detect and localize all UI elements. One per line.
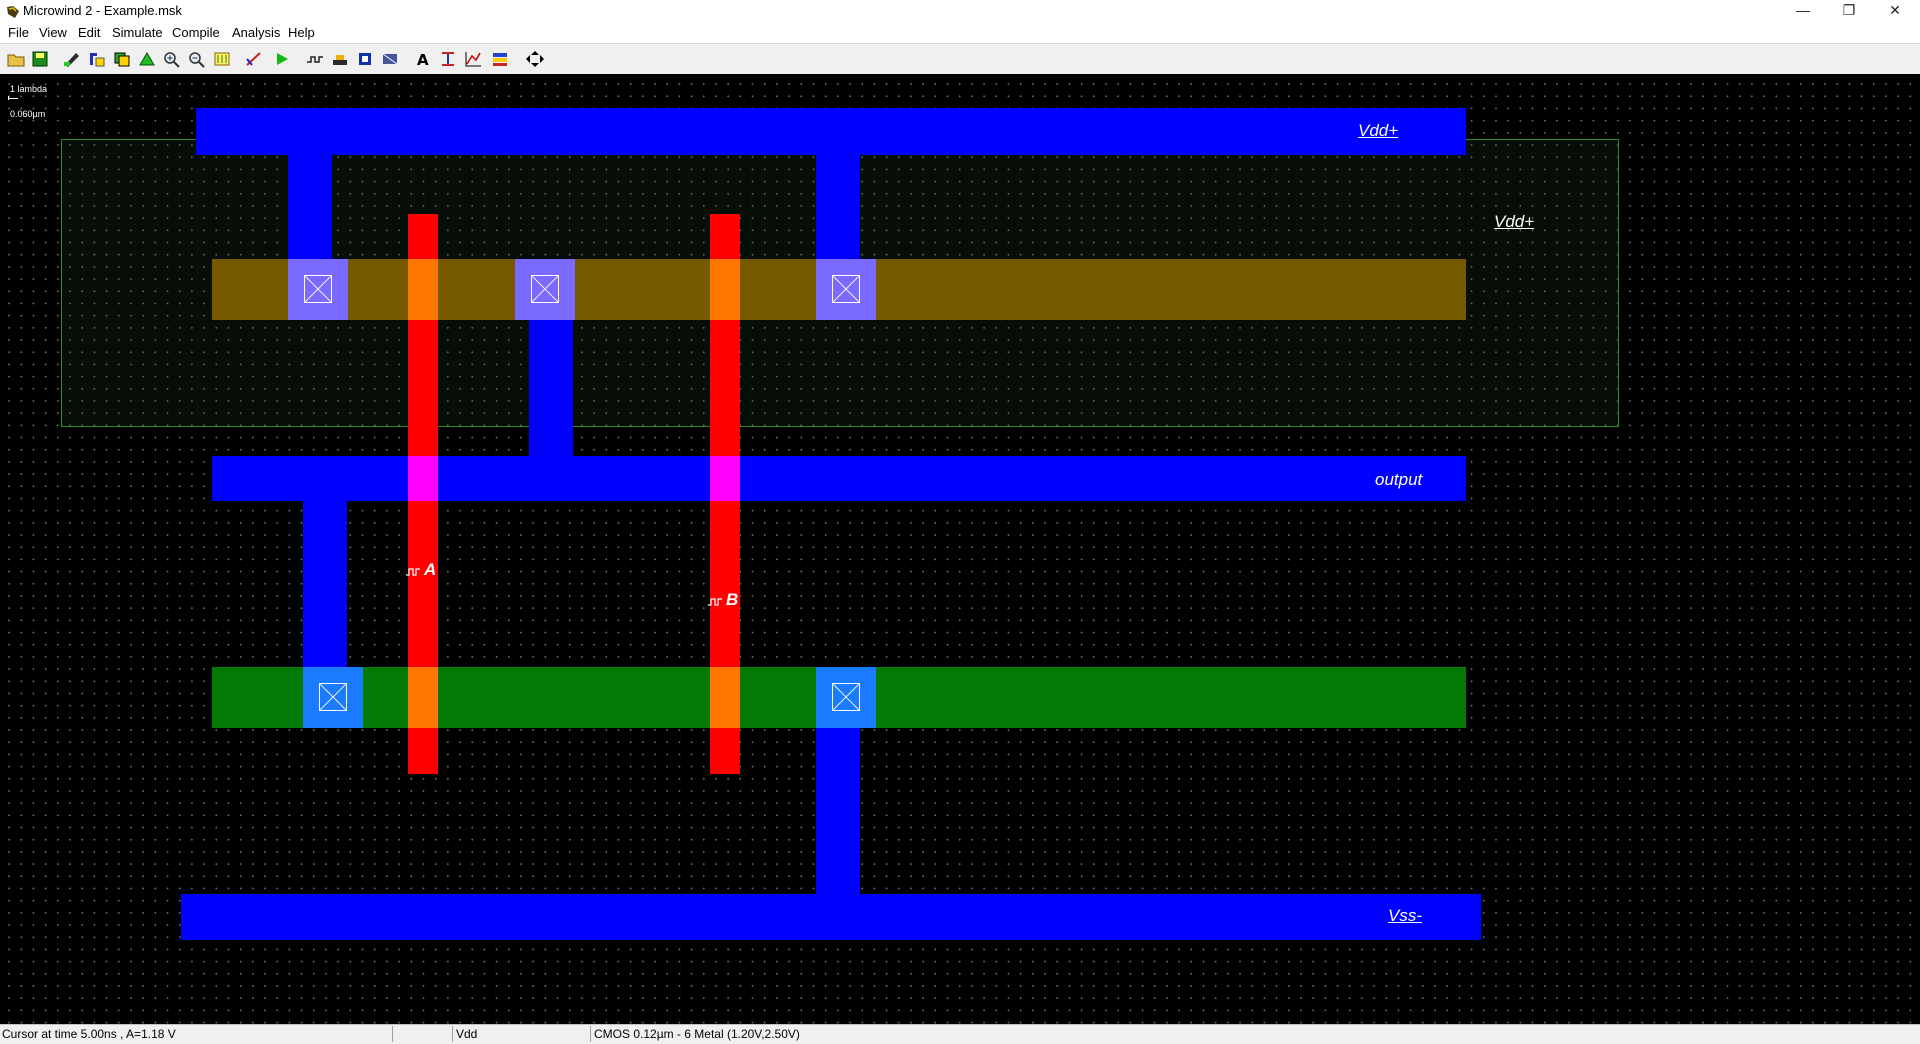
vdd-rail-metal[interactable] [196,108,1466,155]
vdd-well-label[interactable]: Vdd+ [1494,212,1534,232]
vdd-rail-label[interactable]: Vdd+ [1358,121,1398,141]
palette-icon[interactable] [380,50,400,68]
add-text-icon[interactable]: A [413,50,433,68]
open-folder-icon[interactable] [6,50,26,68]
menu-help[interactable]: Help [288,25,315,40]
status-separator [590,1026,591,1042]
zoom-in-icon[interactable] [162,50,182,68]
menu-view[interactable]: View [39,25,67,40]
p-contact-right[interactable] [816,259,876,320]
3d-view-icon[interactable] [355,50,375,68]
menu-bar: File View Edit Simulate Compile Analysis… [0,22,1920,43]
window-title: Microwind 2 - Example.msk [23,3,182,18]
n-contact-right[interactable] [816,667,876,728]
scale-micron-label: 0.060µm [10,109,46,119]
menu-analysis[interactable]: Analysis [232,25,280,40]
close-button[interactable]: ✕ [1872,0,1918,22]
pmos-b-channel [710,259,740,320]
vss-drop-metal[interactable] [816,722,860,906]
title-bar: Microwind 2 - Example.msk — ❐ ✕ [0,0,1920,22]
svg-text:A: A [417,51,429,68]
p-drain-metal[interactable] [529,314,573,460]
status-separator [392,1026,393,1042]
poly-a-metal-overlap [408,456,438,501]
vss-label[interactable]: Vss- [1388,906,1422,926]
n-contact-left[interactable] [303,667,363,728]
contact-cross-icon [531,275,559,303]
vdd-drop-left-metal[interactable] [288,155,332,265]
chart-icon[interactable] [463,50,483,68]
contact-cross-icon [832,683,860,711]
technology-status: CMOS 0.12µm - 6 Metal (1.20V,2.50V) [594,1027,800,1041]
contact-cross-icon [304,275,332,303]
poly-b-metal-overlap [710,456,740,501]
scale-bar [8,98,18,99]
p-contact-left[interactable] [288,259,348,320]
layers-icon[interactable] [490,50,510,68]
minimize-button[interactable]: — [1780,0,1826,22]
node-status: Vdd [456,1027,478,1041]
status-bar: Cursor at time 5.00ns , A=1.18 V Vdd CMO… [0,1024,1920,1044]
p-contact-middle[interactable] [515,259,575,320]
layout-canvas[interactable]: 1 lambda 0.060µm Vdd+ Vdd+ output A B Vs… [0,74,1920,1024]
save-icon[interactable] [30,50,50,68]
view-all-icon[interactable] [212,50,232,68]
output-drop-metal[interactable] [303,501,347,673]
navigate-icon[interactable] [525,50,545,68]
toolbar: A [0,43,1920,75]
move-copy-icon[interactable] [87,50,107,68]
microwind-icon [6,5,20,19]
menu-compile[interactable]: Compile [172,25,220,40]
duplicate-icon[interactable] [112,50,132,68]
output-label[interactable]: output [1375,470,1422,490]
nmos-a-channel [408,667,438,728]
scale-bar-tick [8,96,9,100]
maximize-button[interactable]: ❐ [1826,0,1872,22]
menu-edit[interactable]: Edit [78,25,100,40]
scale-lambda-label: 1 lambda [10,84,48,94]
measure-icon[interactable] [244,50,264,68]
status-separator [452,1026,453,1042]
menu-file[interactable]: File [8,25,29,40]
zoom-out-icon[interactable] [187,50,207,68]
output-metal[interactable] [212,456,1466,501]
stretch-icon[interactable] [137,50,157,68]
cross-section-icon[interactable] [305,50,325,68]
vdd-drop-right-metal[interactable] [816,155,860,265]
contact-cross-icon [319,683,347,711]
menu-simulate[interactable]: Simulate [112,25,163,40]
draw-layer-icon[interactable] [62,50,82,68]
contact-cross-icon [832,275,860,303]
vss-rail-metal[interactable] [181,894,1481,940]
nmos-b-channel [710,667,740,728]
clock-pulse-icon [406,564,422,576]
cut-icon[interactable] [438,50,458,68]
input-b-label[interactable]: B [726,590,738,610]
run-simulation-icon[interactable] [272,50,292,68]
pmos-a-channel [408,259,438,320]
clock-pulse-icon [708,594,724,606]
cursor-status: Cursor at time 5.00ns , A=1.18 V [2,1027,176,1041]
process-view-icon[interactable] [330,50,350,68]
input-a-label[interactable]: A [424,560,436,580]
